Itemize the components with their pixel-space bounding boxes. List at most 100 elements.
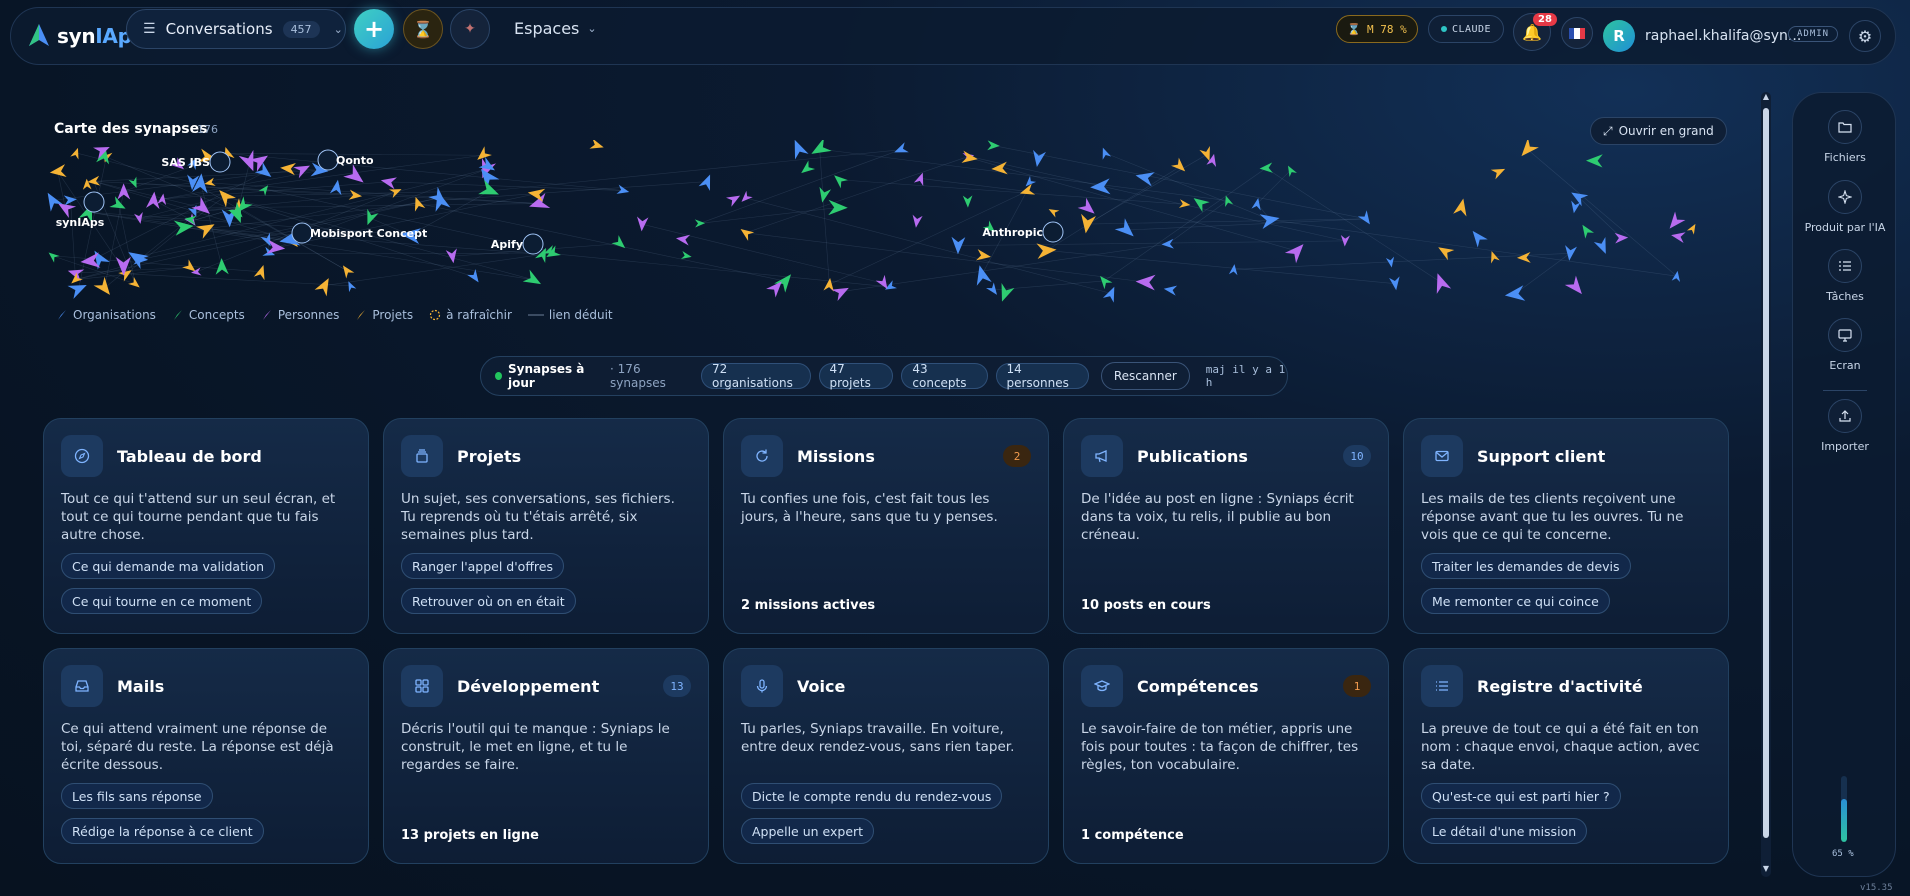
- chip-concepts[interactable]: 43 concepts: [901, 362, 988, 390]
- language-button[interactable]: [1561, 17, 1593, 49]
- map-node[interactable]: [128, 276, 142, 291]
- map-node[interactable]: [253, 263, 269, 281]
- map-node[interactable]: [215, 258, 229, 275]
- map-node[interactable]: [1018, 183, 1036, 199]
- map-node[interactable]: [1686, 222, 1699, 235]
- map-node[interactable]: [1564, 275, 1588, 299]
- map-node[interactable]: [738, 225, 755, 241]
- map-node[interactable]: [1664, 211, 1686, 232]
- map-node[interactable]: [996, 283, 1015, 304]
- map-node[interactable]: [962, 195, 973, 208]
- map-node[interactable]: [1453, 197, 1470, 217]
- card-registre-activite[interactable]: Registre d'activité La preuve de tout ce …: [1403, 648, 1729, 864]
- dock-item-taches[interactable]: Tâches: [1793, 249, 1897, 303]
- avatar[interactable]: R: [1603, 20, 1635, 52]
- map-node[interactable]: [1670, 230, 1686, 244]
- card-action-button[interactable]: Ce qui demande ma validation: [61, 553, 276, 579]
- card-developpement[interactable]: Développement 13 Décris l'outil qui te man…: [383, 648, 709, 864]
- scrollbar-thumb[interactable]: [1763, 108, 1769, 838]
- map-node[interactable]: [1468, 227, 1488, 248]
- map-node[interactable]: [46, 249, 60, 263]
- map-node[interactable]: [698, 172, 716, 191]
- map-hub[interactable]: [317, 149, 339, 171]
- map-node[interactable]: [1259, 162, 1273, 173]
- map-hub[interactable]: [83, 191, 105, 213]
- map-node[interactable]: [1614, 232, 1629, 244]
- card-action-button[interactable]: Retrouver où on en était: [401, 588, 576, 614]
- map-node[interactable]: [1096, 273, 1113, 290]
- usage-badge[interactable]: ⌛ M 78 %: [1336, 15, 1418, 43]
- map-node[interactable]: [1161, 238, 1174, 249]
- map-node[interactable]: [1135, 274, 1156, 291]
- dock-item-produit-ia[interactable]: Produit par l'IA: [1793, 180, 1897, 234]
- chip-personnes[interactable]: 14 personnes: [995, 362, 1089, 390]
- map-node[interactable]: [694, 219, 706, 228]
- map-node[interactable]: [808, 140, 832, 161]
- map-node[interactable]: [1077, 197, 1099, 219]
- map-node[interactable]: [82, 178, 92, 190]
- map-node[interactable]: [1490, 164, 1508, 180]
- card-tableau-de-bord[interactable]: Tableau de bord Tout ce qui t'attend sur …: [43, 418, 369, 634]
- map-node[interactable]: [636, 216, 649, 232]
- card-missions[interactable]: Missions 2 Tu confies une fois, c'est fait…: [723, 418, 1049, 634]
- map-node[interactable]: [339, 262, 355, 279]
- card-action-button[interactable]: Qu'est-ce qui est parti hier ?: [1421, 783, 1621, 809]
- card-action-button[interactable]: Les fils sans réponse: [61, 783, 213, 809]
- map-node[interactable]: [109, 196, 128, 214]
- map-node[interactable]: [831, 282, 852, 302]
- map-node[interactable]: [522, 269, 545, 290]
- map-node[interactable]: [478, 156, 499, 176]
- chip-organisations[interactable]: 72 organisations: [701, 362, 811, 390]
- map-node[interactable]: [1671, 270, 1682, 283]
- card-action-button[interactable]: Dicte le compte rendu du rendez-vous: [741, 783, 1003, 809]
- map-node[interactable]: [675, 233, 691, 246]
- map-node[interactable]: [1504, 285, 1526, 303]
- card-action-button[interactable]: Traiter les demandes de devis: [1421, 553, 1631, 579]
- map-node[interactable]: [816, 186, 832, 204]
- card-action-button[interactable]: Appelle un expert: [741, 818, 875, 844]
- map-node[interactable]: [972, 263, 992, 286]
- chip-projets[interactable]: 47 projets: [818, 362, 894, 390]
- card-publications[interactable]: Publications 10 De l'idée au post en ligne…: [1063, 418, 1389, 634]
- map-node[interactable]: [828, 199, 848, 216]
- map-node[interactable]: [1385, 256, 1396, 269]
- map-node[interactable]: [362, 208, 379, 227]
- map-node[interactable]: [1516, 140, 1539, 161]
- map-node[interactable]: [913, 171, 928, 187]
- card-voice[interactable]: Voice Tu parles, Syniaps travaille. En vo…: [723, 648, 1049, 864]
- map-node[interactable]: [986, 282, 1001, 297]
- map-node[interactable]: [892, 142, 909, 157]
- map-node[interactable]: [875, 274, 892, 292]
- map-node[interactable]: [93, 276, 116, 299]
- map-node[interactable]: [738, 190, 753, 205]
- synapse-map[interactable]: SAS JBS Qonto synIAps Mobisport Concept Apif…: [40, 140, 1740, 310]
- card-mails[interactable]: Mails Ce qui attend vraiment une réponse …: [43, 648, 369, 864]
- map-node[interactable]: [1284, 239, 1309, 264]
- card-support-client[interactable]: Support client Les mails de tes clients r…: [1403, 418, 1729, 634]
- card-competences[interactable]: Compétences 1 Le savoir-faire de ton métie…: [1063, 648, 1389, 864]
- scroll-down-icon[interactable]: ▼: [1761, 864, 1771, 876]
- dock-item-importer[interactable]: Importer: [1793, 399, 1897, 453]
- map-node[interactable]: [1569, 200, 1581, 214]
- map-node[interactable]: [1099, 146, 1112, 160]
- espaces-dropdown[interactable]: Espaces ⌄: [514, 19, 597, 38]
- map-node[interactable]: [1134, 168, 1155, 187]
- dock-item-ecran[interactable]: Ecran: [1793, 318, 1897, 372]
- card-action-button[interactable]: Ranger l'appel d'offres: [401, 553, 565, 579]
- new-conversation-button[interactable]: +: [354, 9, 394, 49]
- map-node[interactable]: [798, 160, 816, 178]
- model-badge[interactable]: CLAUDE: [1428, 15, 1504, 43]
- card-action-button[interactable]: Le détail d'une mission: [1421, 818, 1588, 844]
- map-node[interactable]: [1163, 284, 1178, 296]
- map-node[interactable]: [1114, 218, 1139, 242]
- map-node[interactable]: [49, 164, 67, 179]
- map-node[interactable]: [911, 214, 923, 229]
- map-node[interactable]: [1516, 251, 1531, 263]
- map-node[interactable]: [70, 146, 82, 160]
- map-hub[interactable]: [291, 222, 313, 244]
- map-node[interactable]: [445, 248, 459, 264]
- map-hub[interactable]: [522, 233, 544, 255]
- map-node[interactable]: [611, 235, 628, 252]
- map-node[interactable]: [991, 161, 1008, 176]
- extension-button[interactable]: ✦: [450, 9, 490, 49]
